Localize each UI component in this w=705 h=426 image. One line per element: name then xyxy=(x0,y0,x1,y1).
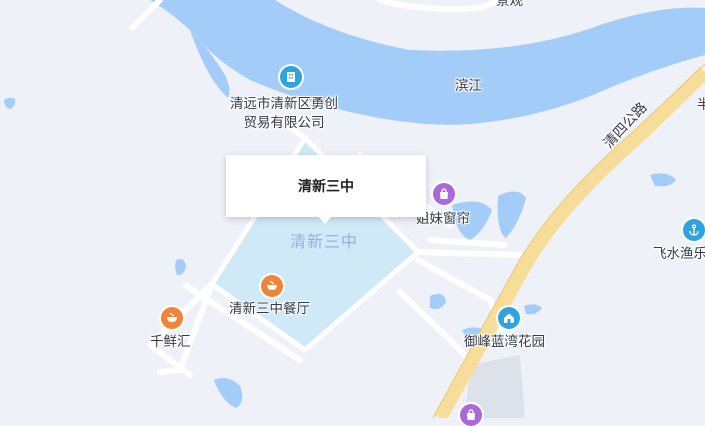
popup-title: 清新三中 xyxy=(298,179,354,195)
river-label: 滨江 xyxy=(455,78,482,94)
building-icon[interactable] xyxy=(280,66,302,88)
residential-icon[interactable] xyxy=(498,307,520,329)
poi-label-canteen[interactable]: 清新三中餐厅 xyxy=(229,300,310,318)
anchor-icon[interactable] xyxy=(683,219,705,241)
top-partial-label: 景观 xyxy=(496,0,523,9)
restaurant-bowl-icon[interactable] xyxy=(161,307,183,329)
popup-pointer xyxy=(318,216,332,224)
campus-area-label: 清新三中 xyxy=(290,232,359,251)
right-partial-label: 半 xyxy=(697,97,705,113)
shopping-bag-icon[interactable] xyxy=(433,183,455,205)
poi-label-feishui[interactable]: 飞水渔乐 xyxy=(653,245,705,263)
restaurant-bowl-icon[interactable] xyxy=(261,275,283,297)
poi-label-company[interactable]: 清远市清新区勇创 贸易有限公司 xyxy=(230,95,338,133)
shopping-bag-icon[interactable] xyxy=(460,404,482,426)
poi-label-qianxianhui[interactable]: 千鲜汇 xyxy=(150,333,191,351)
info-popup[interactable]: 清新三中 xyxy=(226,155,426,217)
poi-label-garden[interactable]: 御峰蓝湾花园 xyxy=(464,333,545,351)
